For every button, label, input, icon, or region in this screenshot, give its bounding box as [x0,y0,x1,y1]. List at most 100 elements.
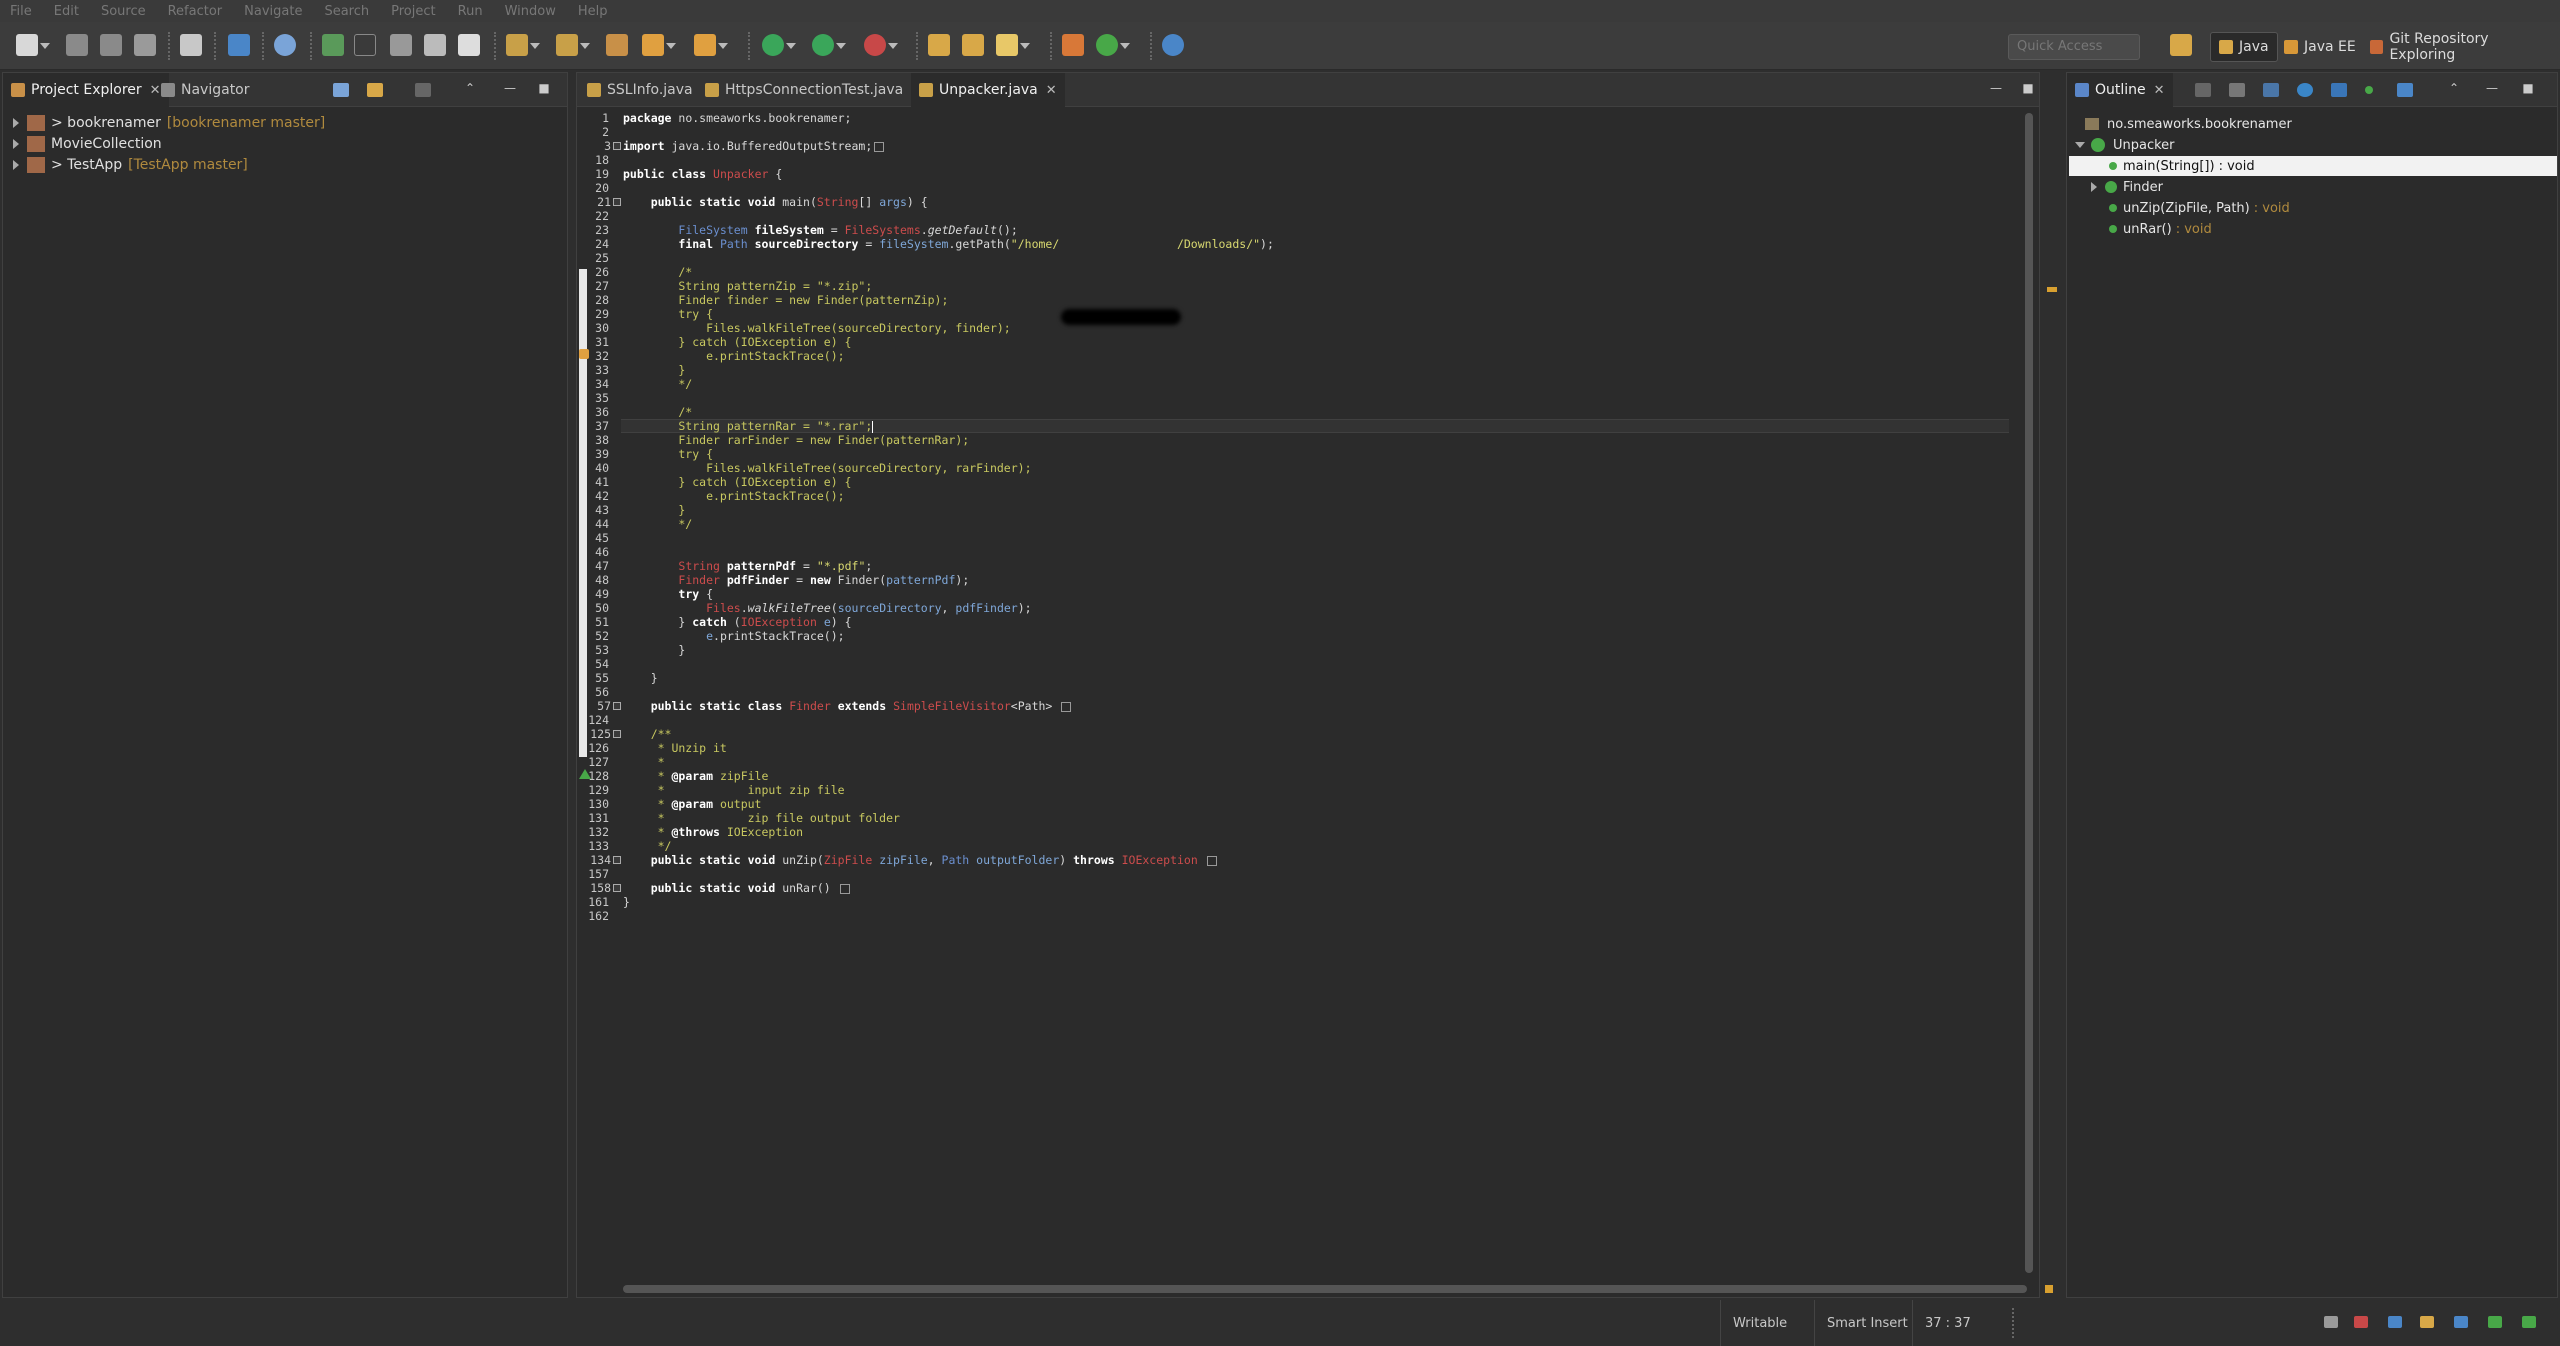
sort-icon[interactable] [2195,83,2211,97]
code-line[interactable]: try { [623,447,713,461]
outline-member-unrar[interactable]: unRar() : void [2109,219,2212,239]
minimize-icon[interactable]: — [2485,81,2499,95]
view-menu-icon[interactable]: ⌃ [2447,81,2461,95]
code-line[interactable]: * @param zipFile [623,769,769,783]
save-all-icon[interactable] [100,34,122,56]
code-line[interactable]: } [623,643,685,657]
code-line[interactable]: public static void unZip(ZipFile zipFile… [623,853,1217,867]
code-line[interactable]: Finder rarFinder = new Finder(patternRar… [623,433,969,447]
close-icon[interactable]: ✕ [1046,83,1057,98]
code-line[interactable]: String patternRar = "*.rar"; [623,419,874,433]
hide-nonpublic-icon[interactable] [2297,83,2313,97]
folded-code-icon[interactable] [839,883,850,894]
tab-httpsconnectiontest[interactable]: HttpsConnectionTest.java [697,73,911,107]
code-line[interactable]: Files.walkFileTree(sourceDirectory, find… [623,321,1011,335]
open-type-icon[interactable] [322,34,344,56]
link-with-editor-icon[interactable] [367,83,383,97]
overview-warning-marker[interactable] [2047,287,2057,292]
code-line[interactable]: } [623,671,658,685]
minimize-icon[interactable]: — [1989,81,2003,95]
code-line[interactable]: import java.io.BufferedOutputStream; [623,139,885,153]
fold-toggle-icon[interactable] [613,198,621,206]
horizontal-scrollbar[interactable] [623,1285,2027,1293]
tree-project-moviecollection[interactable]: MovieCollection [13,134,162,154]
code-line[interactable]: final Path sourceDirectory = fileSystem.… [623,237,1274,251]
back-icon[interactable] [642,34,676,56]
code-line[interactable]: Files.walkFileTree(sourceDirectory, rarF… [623,461,1031,475]
expand-icon[interactable] [13,118,19,128]
maximize-icon[interactable]: ■ [2021,81,2035,95]
code-line[interactable]: Finder finder = new Finder(patternZip); [623,293,948,307]
code-line[interactable]: public static void unRar() [623,881,850,895]
menu-refactor[interactable]: Refactor [168,4,223,19]
web-browser-icon[interactable] [1162,34,1184,56]
code-line[interactable]: public static void main(String[] args) { [623,195,928,209]
code-line[interactable]: * input zip file [623,783,845,797]
refresh-icon[interactable] [1096,34,1130,56]
public-filter-icon[interactable] [2365,86,2373,94]
print-icon[interactable] [134,34,156,56]
expand-icon[interactable] [13,139,19,149]
folded-code-icon[interactable] [1206,855,1217,866]
run-icon[interactable] [812,34,846,56]
expand-icon[interactable] [2091,182,2097,192]
fold-toggle-icon[interactable] [613,142,621,150]
progress-icon[interactable] [2324,1316,2338,1328]
tab-outline[interactable]: Outline ✕ [2067,73,2173,107]
quick-access-input[interactable]: Quick Access [2008,34,2140,60]
outline-member-unzip[interactable]: unZip(ZipFile, Path) : void [2109,198,2290,218]
code-line[interactable]: FileSystem fileSystem = FileSystems.getD… [623,223,1017,237]
skip-breakpoints-icon[interactable] [274,34,296,56]
code-line[interactable]: */ [623,377,692,391]
fold-toggle-icon[interactable] [613,884,621,892]
tree-project-testapp[interactable]: > TestApp [TestApp master] [13,155,248,175]
code-line[interactable]: } [623,503,685,517]
vertical-scrollbar[interactable] [2025,113,2033,1273]
build-icon[interactable] [1062,34,1084,56]
menu-help[interactable]: Help [578,4,608,19]
code-line[interactable]: /* [623,265,692,279]
maximize-icon[interactable]: ■ [537,81,551,95]
new-java-project-icon[interactable] [928,34,950,56]
problems-icon[interactable] [2488,1316,2502,1328]
server-icon[interactable] [2522,1316,2536,1328]
outline-member-main[interactable]: main(String[]) : void [2069,156,2557,176]
code-line[interactable]: * @throws IOException [623,825,803,839]
code-line[interactable]: } catch (IOException e) { [623,475,851,489]
hide-local-types-icon[interactable] [2331,83,2347,97]
show-whitespace-icon[interactable] [390,34,412,56]
new-icon[interactable] [16,34,50,56]
outline-class[interactable]: Unpacker [2075,135,2175,155]
code-line[interactable]: e.printStackTrace(); [623,349,844,363]
menu-file[interactable]: File [10,4,32,19]
code-line[interactable]: String patternPdf = "*.pdf"; [623,559,872,573]
tab-project-explorer[interactable]: Project Explorer ✕ [3,73,169,107]
hide-fields-icon[interactable] [2229,83,2245,97]
menu-project[interactable]: Project [391,4,435,19]
debug-icon[interactable] [762,34,796,56]
forward-icon[interactable] [694,34,728,56]
link-with-editor-icon[interactable] [2397,83,2413,97]
folded-code-icon[interactable] [874,141,885,152]
menu-run[interactable]: Run [458,4,483,19]
block-select-icon[interactable] [424,34,446,56]
error-log-icon[interactable] [2354,1316,2368,1328]
toggle-highlight-icon[interactable] [354,34,376,56]
code-line[interactable]: try { [623,587,713,601]
next-annotation-icon[interactable] [506,34,540,56]
menu-navigate[interactable]: Navigate [244,4,302,19]
code-editor[interactable]: 1 package no.smeaworks.bookrenamer; 2 3 impo… [577,109,2017,1275]
code-line[interactable]: e.printStackTrace(); [623,489,844,503]
terminal-icon[interactable] [180,34,202,56]
new-class-icon[interactable] [996,34,1030,56]
tasks-icon[interactable] [2388,1316,2402,1328]
code-line[interactable]: } catch (IOException e) { [623,615,851,629]
code-line[interactable]: } [623,895,630,909]
code-line[interactable]: } catch (IOException e) { [623,335,851,349]
fold-toggle-icon[interactable] [613,702,621,710]
code-line[interactable]: /* [623,405,692,419]
collapse-all-icon[interactable] [333,83,349,97]
menu-window[interactable]: Window [505,4,556,19]
previous-annotation-icon[interactable] [556,34,590,56]
new-package-icon[interactable] [962,34,984,56]
